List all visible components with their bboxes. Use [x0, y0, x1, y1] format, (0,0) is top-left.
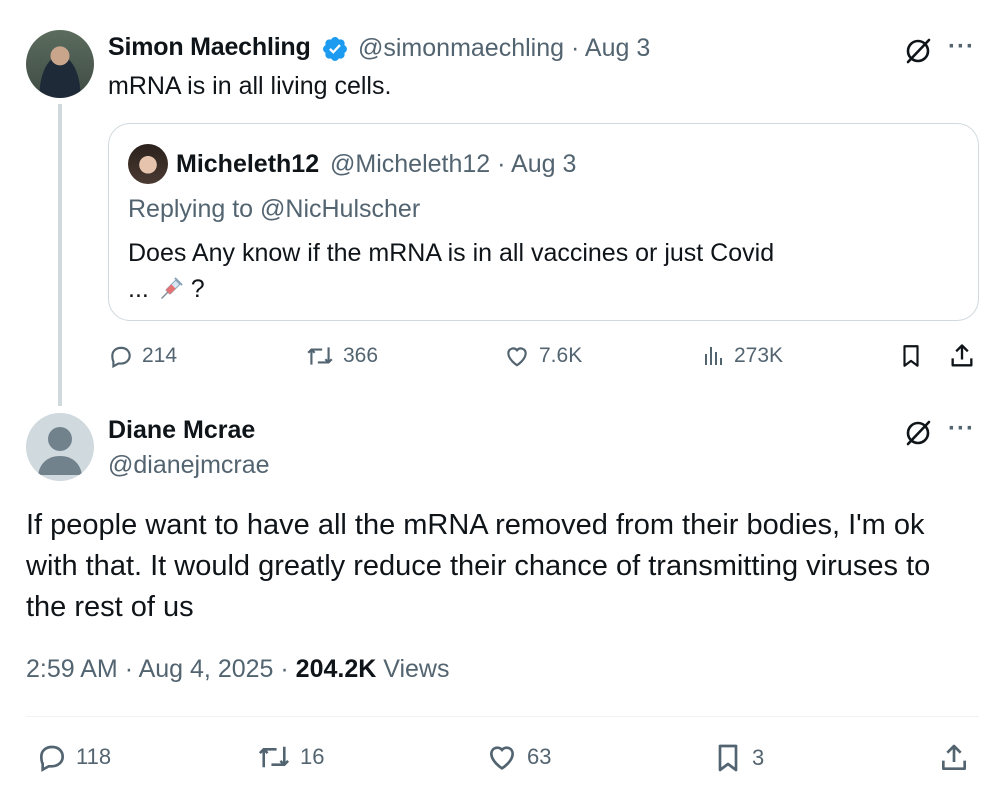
- repost-icon: [307, 347, 333, 365]
- repost-count: 16: [300, 744, 325, 769]
- like-icon: [489, 746, 515, 770]
- separator-dot: ·: [497, 150, 512, 178]
- verified-badge-icon: [323, 37, 347, 61]
- tweet-text: mRNA is in all living cells.: [108, 72, 392, 100]
- grok-icon[interactable]: [902, 35, 934, 67]
- avatar-micheleth: [128, 144, 168, 184]
- share-icon: [951, 344, 973, 367]
- bookmark-icon: [718, 744, 738, 772]
- separator-dot: ·: [124, 655, 139, 683]
- bookmark-icon: [903, 345, 919, 367]
- tweet-time[interactable]: 2:59 AM: [26, 655, 118, 683]
- syringe-icon: [160, 277, 183, 300]
- like-icon: [507, 347, 527, 367]
- quoted-handle: @Micheleth12: [330, 150, 491, 178]
- ellipsis: ...: [128, 275, 149, 303]
- reply-icon: [111, 346, 131, 369]
- tweet-meta: 2:59 AM · Aug 4, 2025 · 204.2K Views: [26, 655, 450, 684]
- like-button[interactable]: 63: [485, 741, 551, 773]
- handle: @simonmaechling: [358, 34, 565, 62]
- thread-line: [58, 104, 62, 406]
- author-name[interactable]: Simon Maechling: [108, 33, 311, 62]
- share-button[interactable]: [948, 341, 976, 371]
- views-button[interactable]: 273K: [702, 343, 783, 369]
- reply-button[interactable]: 214: [108, 343, 177, 369]
- bookmark-count: 3: [752, 745, 765, 770]
- repost-icon: [258, 746, 290, 768]
- quoted-text-line2: ... ?: [128, 271, 888, 307]
- tweet-date[interactable]: Aug 4, 2025: [139, 655, 274, 683]
- repost-count: 366: [343, 344, 379, 367]
- views-icon: [705, 347, 722, 365]
- quoted-text-line1: Does Any know if the mRNA is in all vacc…: [128, 239, 775, 267]
- avatar-simon[interactable]: [26, 30, 94, 98]
- author-name[interactable]: Diane Mcrae: [108, 416, 255, 445]
- tweet-date: Aug 3: [584, 34, 651, 62]
- quoted-text: Does Any know if the mRNA is in all vacc…: [128, 235, 888, 307]
- quoted-date: Aug 3: [511, 150, 577, 178]
- like-button[interactable]: 7.6K: [503, 343, 582, 369]
- views-count: 273K: [734, 344, 784, 367]
- author-handle-and-date[interactable]: @simonmaechling · Aug 3: [358, 34, 650, 63]
- share-icon: [942, 744, 966, 770]
- reply-count: 118: [76, 744, 112, 769]
- views-count: 204.2K: [295, 655, 377, 683]
- like-count: 7.6K: [539, 344, 583, 367]
- quoted-handle-and-date: @Micheleth12 · Aug 3: [330, 150, 576, 179]
- divider: [26, 716, 979, 717]
- reply-button[interactable]: 118: [36, 741, 111, 773]
- tweet-text: If people want to have all the mRNA remo…: [26, 509, 931, 623]
- like-count: 63: [527, 744, 552, 769]
- bookmark-button[interactable]: [898, 342, 924, 370]
- default-avatar-icon: [38, 427, 82, 475]
- replying-to-label: Replying to @NicHulscher: [128, 195, 421, 223]
- views-label: Views: [383, 655, 450, 683]
- more-icon[interactable]: ···: [948, 415, 975, 443]
- reply-count: 214: [142, 344, 178, 367]
- separator-dot: ·: [570, 34, 585, 62]
- grok-icon[interactable]: [902, 417, 934, 449]
- repost-button[interactable]: 16: [256, 741, 324, 773]
- more-icon[interactable]: ···: [948, 33, 975, 61]
- avatar-diane[interactable]: [26, 413, 94, 481]
- quoted-author-name: Micheleth12: [176, 150, 320, 178]
- share-button[interactable]: [938, 741, 970, 775]
- bookmark-button[interactable]: 3: [712, 741, 764, 775]
- author-handle[interactable]: @dianejmcrae: [108, 451, 270, 480]
- separator-dot: ·: [280, 655, 296, 683]
- repost-button[interactable]: 366: [305, 343, 378, 369]
- reply-icon: [39, 745, 65, 772]
- question-mark: ?: [190, 275, 205, 303]
